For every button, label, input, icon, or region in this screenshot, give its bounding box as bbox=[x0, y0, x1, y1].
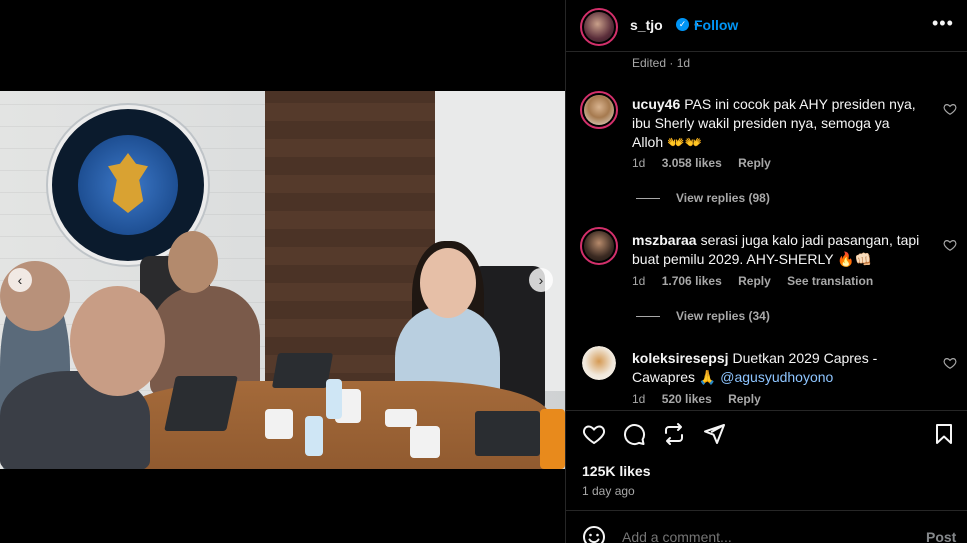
add-comment-bar: Post bbox=[566, 510, 967, 543]
post-side-panel: s_tjo ✓ • Follow ••• Edited · 1d ucuy46 P… bbox=[565, 0, 967, 543]
comment-username[interactable]: koleksiresepsj bbox=[632, 350, 729, 366]
send-icon[interactable] bbox=[702, 422, 726, 446]
chevron-right-icon: › bbox=[538, 272, 544, 288]
post-photo[interactable] bbox=[0, 91, 565, 469]
action-bar bbox=[566, 410, 967, 456]
comment-username[interactable]: ucuy46 bbox=[632, 96, 680, 112]
view-replies-button[interactable]: View replies (34) bbox=[636, 309, 770, 323]
likes-count[interactable]: 125K likes bbox=[582, 463, 651, 479]
heart-icon[interactable] bbox=[943, 356, 957, 370]
mention-link[interactable]: @agusyudhoyono bbox=[720, 369, 833, 385]
emoji-icon[interactable] bbox=[582, 525, 606, 543]
previous-image-button[interactable]: ‹ bbox=[8, 268, 32, 292]
chevron-left-icon: ‹ bbox=[17, 272, 23, 288]
comment-time: 1d bbox=[632, 392, 646, 406]
heart-icon[interactable] bbox=[943, 102, 957, 116]
post-header: s_tjo ✓ • Follow ••• bbox=[566, 0, 967, 52]
author-username[interactable]: s_tjo bbox=[630, 17, 663, 33]
reply-button[interactable]: Reply bbox=[738, 274, 771, 288]
heart-icon[interactable] bbox=[582, 422, 606, 446]
heart-icon[interactable] bbox=[943, 238, 957, 252]
more-options-icon[interactable]: ••• bbox=[932, 13, 954, 34]
add-comment-input[interactable] bbox=[622, 529, 912, 543]
comment-likes[interactable]: 1.706 likes bbox=[662, 274, 722, 288]
commenter-avatar[interactable] bbox=[582, 346, 616, 380]
reply-button[interactable]: Reply bbox=[728, 392, 761, 406]
comment-time: 1d bbox=[632, 156, 646, 170]
laptop bbox=[475, 411, 540, 456]
comment-likes[interactable]: 520 likes bbox=[662, 392, 712, 406]
bookmark-icon[interactable] bbox=[932, 422, 956, 446]
see-translation-button[interactable]: See translation bbox=[787, 274, 873, 288]
follow-button[interactable]: Follow bbox=[694, 17, 738, 33]
comment-icon[interactable] bbox=[622, 422, 646, 446]
post-media: ‹ › bbox=[0, 0, 565, 543]
post-comment-button[interactable]: Post bbox=[926, 529, 956, 543]
post-time: 1 day ago bbox=[582, 484, 635, 498]
reply-button[interactable]: Reply bbox=[738, 156, 771, 170]
author-avatar[interactable] bbox=[580, 8, 618, 46]
laptop bbox=[164, 376, 238, 431]
comment-time: 1d bbox=[632, 274, 646, 288]
verified-badge-icon: ✓ bbox=[676, 18, 689, 31]
edited-timestamp: Edited · 1d bbox=[632, 56, 691, 70]
comment-username[interactable]: mszbaraa bbox=[632, 232, 697, 248]
laptop bbox=[271, 353, 334, 388]
commenter-avatar[interactable] bbox=[580, 91, 618, 129]
view-replies-button[interactable]: View replies (98) bbox=[636, 191, 770, 205]
next-image-button[interactable]: › bbox=[529, 268, 553, 292]
commenter-avatar[interactable] bbox=[580, 227, 618, 265]
juice-bottle bbox=[540, 409, 565, 469]
repost-icon[interactable] bbox=[662, 422, 686, 446]
comment-likes[interactable]: 3.058 likes bbox=[662, 156, 722, 170]
